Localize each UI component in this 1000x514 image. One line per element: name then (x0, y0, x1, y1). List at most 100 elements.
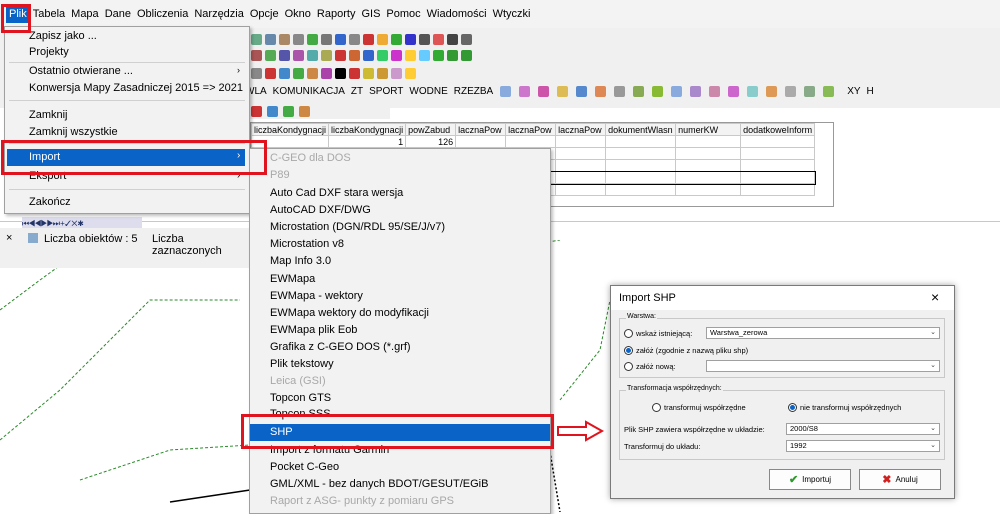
tool-icon[interactable] (279, 67, 290, 79)
menu-obliczenia[interactable]: Obliczenia (134, 5, 191, 23)
column-header[interactable]: dodatkoweInform (740, 123, 816, 136)
tool-icon[interactable] (377, 33, 388, 45)
radio-create-shp[interactable] (624, 346, 633, 355)
pointer-icon[interactable] (447, 33, 458, 45)
tool-icon[interactable] (363, 49, 374, 61)
tool-icon[interactable] (377, 49, 388, 61)
layer-icon[interactable] (747, 85, 759, 97)
tool-icon[interactable] (279, 49, 290, 61)
import-item[interactable]: Auto Cad DXF stara wersja (270, 187, 403, 199)
import-item[interactable]: Plik tekstowy (270, 358, 334, 370)
menu-opcje[interactable]: Opcje (247, 5, 282, 23)
column-header[interactable]: dokumentWlasn (605, 123, 677, 136)
import-item-shp-highlight[interactable] (250, 424, 550, 441)
source-system-select[interactable]: 2000/S8 ⌄ (786, 423, 940, 435)
import-item[interactable]: EWMapa plik Eob (270, 324, 357, 336)
import-item[interactable]: EWMapa - wektory (270, 290, 363, 302)
menu-narzedzia[interactable]: Narzędzia (191, 5, 247, 23)
tool-icon[interactable] (307, 49, 318, 61)
import-item[interactable]: EWMapa (270, 273, 315, 285)
h-dropdown[interactable]: H (867, 86, 874, 97)
menu-pomoc[interactable]: Pomoc (383, 5, 423, 23)
layer-icon[interactable] (690, 85, 702, 97)
tool-icon[interactable] (307, 33, 318, 45)
menu-item-exit[interactable]: Zakończ (29, 196, 71, 208)
column-header[interactable]: powZabud (405, 123, 457, 136)
grid-tool-icon[interactable] (267, 106, 279, 117)
tool-icon[interactable] (293, 49, 304, 61)
layer-icon[interactable] (785, 85, 797, 97)
table-row[interactable]: 1 126 (250, 135, 816, 148)
nav-arrows-icon[interactable]: ⏮◀◀▶▶⏭ + ✓ ✕ ✱ (22, 219, 84, 228)
category-sport[interactable]: SPORT (369, 86, 403, 97)
import-item[interactable]: Pocket C-Geo (270, 461, 339, 473)
grid-tool-icon[interactable] (299, 106, 311, 117)
tool-icon[interactable] (405, 67, 416, 79)
menu-okno[interactable]: Okno (282, 5, 314, 23)
layer-icon[interactable] (595, 85, 607, 97)
xy-dropdown[interactable]: XY (847, 86, 860, 97)
cell[interactable] (555, 135, 607, 148)
layer-icon[interactable] (766, 85, 778, 97)
column-header[interactable]: liczbaKondygnacji (328, 123, 407, 136)
import-item[interactable]: Topcon SSS (270, 408, 331, 420)
tool-icon[interactable] (405, 49, 416, 61)
record-navigator[interactable]: ⏮◀◀▶▶⏭ + ✓ ✕ ✱ (22, 217, 142, 228)
tool-icon[interactable] (363, 67, 374, 79)
import-item[interactable]: Import z formatu Garmin (270, 444, 389, 456)
tool-icon[interactable] (377, 67, 388, 79)
tool-icon[interactable] (461, 49, 472, 61)
tool-icon[interactable] (335, 33, 346, 45)
import-item[interactable]: Microstation (DGN/RDL 95/SE/J/v7) (270, 221, 445, 233)
tool-icon[interactable] (349, 33, 360, 45)
layer-icon[interactable] (576, 85, 588, 97)
grid-tool-icon[interactable] (283, 106, 295, 117)
tool-icon[interactable] (391, 49, 402, 61)
menu-item-export[interactable]: Eksport (29, 170, 66, 182)
import-item-shp[interactable]: SHP (270, 426, 293, 438)
category-rzezba[interactable]: RZEZBA (454, 86, 493, 97)
cancel-button[interactable]: ✖ Anuluj (859, 469, 941, 490)
layer-icon[interactable] (538, 85, 550, 97)
cell[interactable]: 126 (405, 135, 457, 148)
grid-tool-icon[interactable] (251, 106, 262, 117)
tool-icon[interactable] (335, 67, 346, 79)
menu-raporty[interactable]: Raporty (314, 5, 359, 23)
cell[interactable] (505, 135, 557, 148)
tool-icon[interactable] (419, 33, 430, 45)
close-icon[interactable]: × (6, 232, 12, 244)
layer-icon[interactable] (671, 85, 683, 97)
tool-icon[interactable] (461, 33, 472, 45)
tool-icon[interactable] (335, 49, 346, 61)
import-item[interactable]: Map Info 3.0 (270, 255, 331, 267)
menu-item-projects[interactable]: Projekty (29, 46, 69, 58)
layer-icon[interactable] (614, 85, 626, 97)
tool-icon[interactable] (293, 33, 304, 45)
import-button[interactable]: ✔ Importuj (769, 469, 851, 490)
tool-icon[interactable] (363, 33, 374, 45)
layer-icon[interactable] (557, 85, 569, 97)
layer-icon[interactable] (804, 85, 816, 97)
menu-plik[interactable]: Plik (6, 5, 30, 23)
tool-icon[interactable] (433, 49, 444, 61)
target-system-select[interactable]: 1992 ⌄ (786, 440, 940, 452)
layer-icon[interactable] (728, 85, 740, 97)
menu-tabela[interactable]: Tabela (30, 5, 68, 23)
cell[interactable] (455, 135, 507, 148)
tool-icon[interactable] (251, 33, 262, 45)
menu-gis[interactable]: GIS (358, 5, 383, 23)
tool-icon[interactable] (433, 33, 444, 45)
tool-icon[interactable] (321, 67, 332, 79)
column-header[interactable]: lacznaPow (455, 123, 507, 136)
menu-item-save-as[interactable]: Zapisz jako ... (29, 30, 97, 42)
menu-item-convert[interactable]: Konwersja Mapy Zasadniczej 2015 => 2021 (29, 82, 243, 94)
layer-icon[interactable] (652, 85, 664, 97)
tool-icon[interactable] (349, 49, 360, 61)
cell[interactable]: 1 (328, 135, 407, 148)
layer-icon[interactable] (633, 85, 645, 97)
menu-item-close-all[interactable]: Zamknij wszystkie (29, 126, 118, 138)
tool-icon[interactable] (349, 67, 360, 79)
tool-icon[interactable] (293, 67, 304, 79)
import-item[interactable]: EWMapa wektory do modyfikacji (270, 307, 429, 319)
menu-item-recent[interactable]: Ostatnio otwierane ... (29, 65, 133, 77)
